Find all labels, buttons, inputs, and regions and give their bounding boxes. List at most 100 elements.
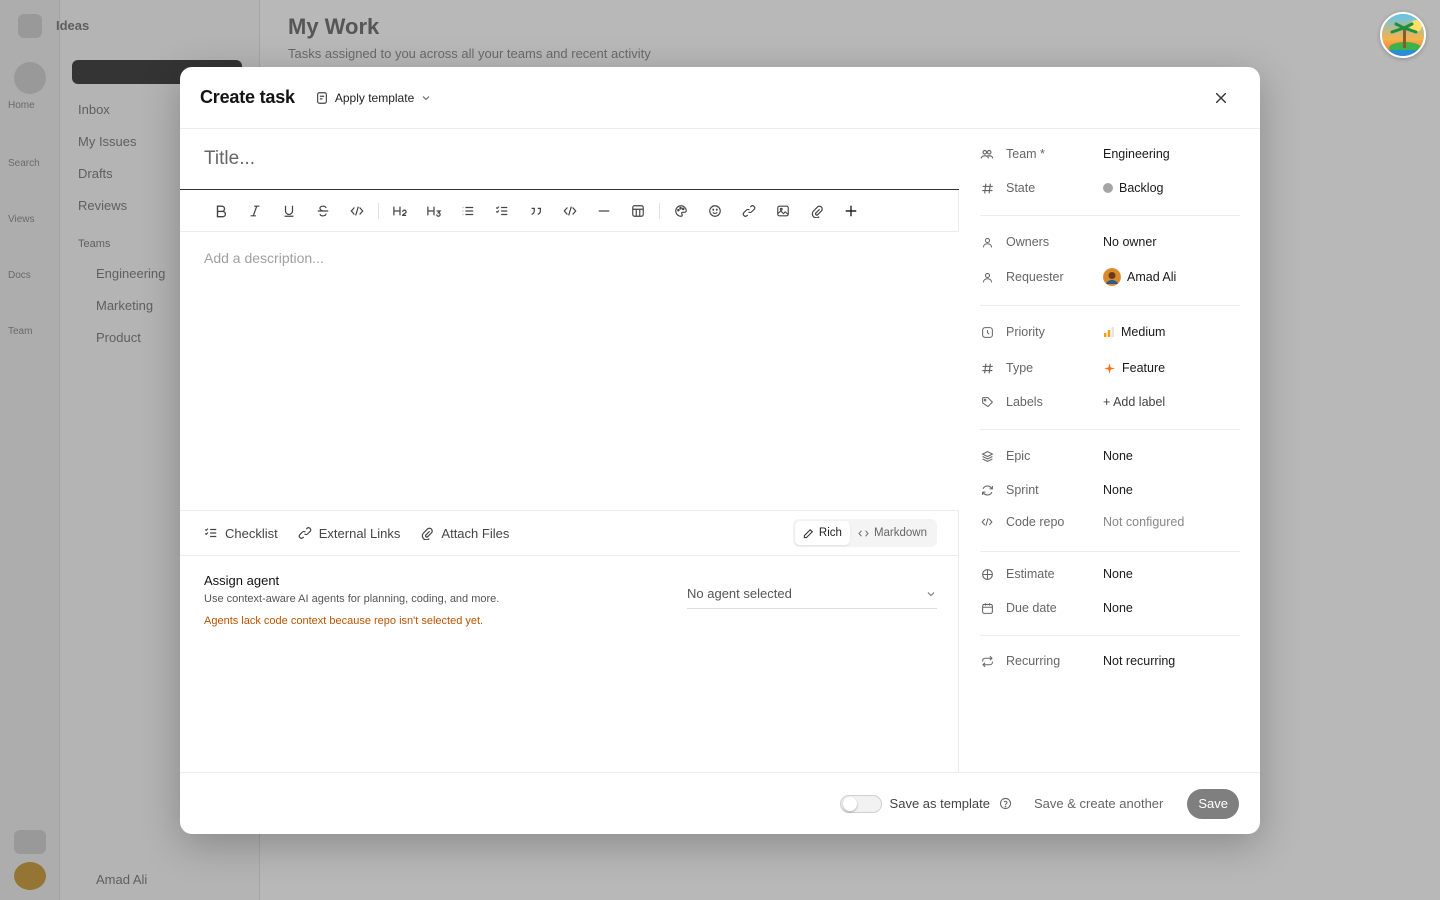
toolbar-divider <box>378 203 379 219</box>
italic-icon <box>250 205 260 217</box>
heading-3-icon <box>427 206 442 217</box>
strikethrough-button[interactable] <box>306 198 340 224</box>
type-label: Type <box>1006 361 1034 375</box>
type-value[interactable]: Feature <box>1103 361 1165 375</box>
emoji-button[interactable] <box>698 198 732 224</box>
code-repo-label: Code repo <box>1006 515 1065 529</box>
agent-select[interactable]: No agent selected <box>687 579 937 609</box>
labels-label: Labels <box>1006 395 1043 409</box>
table-button[interactable] <box>621 198 655 224</box>
property-sprint: Sprint None <box>980 475 1240 505</box>
save-button[interactable]: Save <box>1187 788 1239 819</box>
due-date-value[interactable]: None <box>1103 601 1133 615</box>
bullet-list-icon <box>462 206 474 216</box>
underline-icon <box>284 205 294 217</box>
layers-icon <box>980 449 994 463</box>
plus-icon <box>845 205 857 217</box>
divider-button[interactable] <box>587 198 621 224</box>
insert-more-button[interactable] <box>834 198 868 224</box>
add-label-button[interactable]: + Add label <box>1103 395 1165 409</box>
bold-button[interactable] <box>204 198 238 224</box>
checklist-button[interactable]: Checklist <box>204 526 278 541</box>
owners-value[interactable]: No owner <box>1103 235 1157 249</box>
rich-mode-button[interactable]: Rich <box>794 521 850 545</box>
chevron-down-icon <box>422 95 430 100</box>
priority-value[interactable]: Medium <box>1103 325 1165 339</box>
properties-divider <box>980 635 1240 636</box>
save-and-create-another-button[interactable]: Save & create another <box>1034 796 1163 811</box>
epic-label: Epic <box>1006 449 1031 463</box>
sprint-value[interactable]: None <box>1103 483 1133 497</box>
state-value-text: Backlog <box>1119 181 1164 195</box>
palette-icon <box>675 205 687 217</box>
help-icon[interactable] <box>998 797 1012 811</box>
properties-divider <box>980 429 1240 430</box>
title-input[interactable] <box>180 129 959 190</box>
inline-code-button[interactable] <box>340 198 374 224</box>
modal-title: Create task <box>200 87 295 107</box>
save-as-template-toggle[interactable] <box>839 794 882 813</box>
properties-divider <box>980 305 1240 306</box>
calendar-icon <box>980 601 994 615</box>
task-list-button[interactable] <box>485 198 519 224</box>
heading-3-button[interactable] <box>417 198 451 224</box>
state-value[interactable]: Backlog <box>1103 181 1163 195</box>
image-icon <box>777 205 789 217</box>
user-avatar[interactable] <box>1380 12 1426 58</box>
priority-label: Priority <box>1006 325 1045 339</box>
code-block-icon <box>563 206 577 216</box>
pen-icon <box>803 528 813 538</box>
link-icon <box>298 527 312 539</box>
strikethrough-icon <box>317 205 329 217</box>
image-button[interactable] <box>766 198 800 224</box>
tag-icon <box>980 395 994 409</box>
attach-files-button[interactable]: Attach Files <box>420 526 509 541</box>
due-date-label: Due date <box>1006 601 1057 615</box>
link-button[interactable] <box>732 198 766 224</box>
template-icon <box>316 91 327 104</box>
task-list-icon <box>495 206 508 216</box>
requester-value[interactable]: Amad Ali <box>1103 268 1176 286</box>
repeat-icon <box>980 654 994 668</box>
markdown-mode-button[interactable]: Markdown <box>850 521 935 545</box>
bullet-list-button[interactable] <box>451 198 485 224</box>
checklist-icon <box>204 528 217 538</box>
sprint-cycle-icon <box>980 483 994 497</box>
external-links-button[interactable]: External Links <box>298 526 400 541</box>
code-icon <box>858 529 869 537</box>
recurring-value[interactable]: Not recurring <box>1103 654 1175 668</box>
property-owners: Owners No owner <box>980 227 1240 257</box>
close-button[interactable] <box>1210 87 1232 109</box>
signal-bars-icon <box>1104 327 1114 337</box>
code-block-button[interactable] <box>553 198 587 224</box>
property-labels: Labels + Add label <box>980 387 1240 417</box>
rich-mode-label: Rich <box>818 527 842 539</box>
code-repo-value[interactable]: Not configured <box>1103 515 1184 529</box>
properties-divider <box>980 551 1240 552</box>
estimate-label: Estimate <box>1006 567 1055 581</box>
team-value[interactable]: Engineering <box>1103 147 1170 161</box>
property-epic: Epic None <box>980 441 1240 471</box>
epic-value[interactable]: None <box>1103 449 1133 463</box>
attachment-button[interactable] <box>800 198 834 224</box>
color-button[interactable] <box>664 198 698 224</box>
property-type: Type Feature <box>980 353 1240 383</box>
property-priority: Priority Medium <box>980 317 1240 347</box>
grid-icon <box>980 567 994 581</box>
person-icon <box>980 235 994 249</box>
modal-footer: Save as template Save & create another S… <box>180 772 1260 834</box>
heading-2-button[interactable] <box>383 198 417 224</box>
table-icon <box>632 205 644 217</box>
underline-button[interactable] <box>272 198 306 224</box>
italic-button[interactable] <box>238 198 272 224</box>
person-icon <box>980 270 994 284</box>
apply-template-button[interactable]: Apply template <box>315 91 432 105</box>
requester-name: Amad Ali <box>1127 270 1177 284</box>
property-requester: Requester Amad Ali <box>980 262 1240 292</box>
description-input[interactable] <box>180 232 959 510</box>
quote-button[interactable] <box>519 198 553 224</box>
assign-agent-warning: Agents lack code context because repo is… <box>204 615 484 627</box>
horizontal-rule-icon <box>598 210 610 212</box>
estimate-value[interactable]: None <box>1103 567 1133 581</box>
modal-header: Create task Apply template <box>180 67 1260 129</box>
